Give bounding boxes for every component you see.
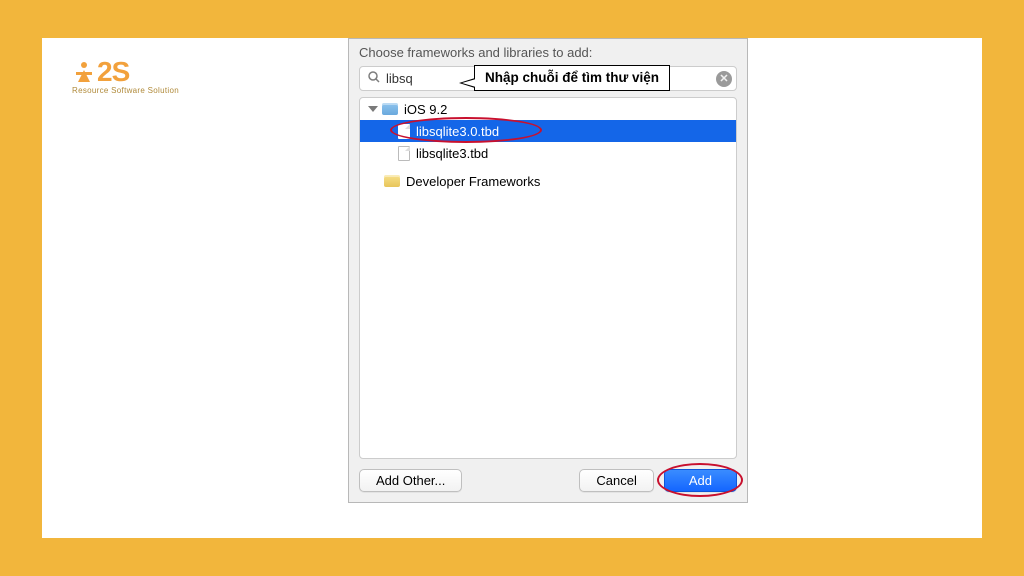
file-icon: [398, 124, 410, 139]
folder-icon: [382, 103, 398, 115]
tree-item-label: libsqlite3.tbd: [416, 146, 488, 161]
tree-subfolder[interactable]: Developer Frameworks: [360, 170, 736, 192]
tree-group-ios[interactable]: iOS 9.2: [360, 98, 736, 120]
chevron-down-icon[interactable]: [368, 106, 378, 112]
add-button[interactable]: Add: [664, 469, 737, 492]
logo-figure-icon: [72, 60, 96, 84]
dialog-button-row: Add Other... Cancel Add: [349, 459, 747, 502]
choose-frameworks-dialog: Choose frameworks and libraries to add: …: [348, 38, 748, 503]
add-button-label: Add: [689, 473, 712, 488]
search-field[interactable]: ✕ Nhập chuỗi để tìm thư viện: [359, 66, 737, 91]
tree-item-label: libsqlite3.0.tbd: [416, 124, 499, 139]
search-icon: [364, 71, 384, 86]
dialog-title: Choose frameworks and libraries to add:: [349, 39, 747, 62]
tree-subfolder-label: Developer Frameworks: [406, 174, 540, 189]
logo-subtitle: Resource Software Solution: [72, 86, 179, 95]
tree-group-label: iOS 9.2: [404, 102, 447, 117]
logo-text: 2S: [97, 56, 129, 88]
brand-logo: 2S Resource Software Solution: [72, 56, 179, 95]
callout-annotation: Nhập chuỗi để tìm thư viện: [474, 65, 670, 91]
tree-item-selected[interactable]: libsqlite3.0.tbd: [360, 120, 736, 142]
tree-item[interactable]: libsqlite3.tbd: [360, 142, 736, 164]
folder-icon: [384, 175, 400, 187]
cancel-button[interactable]: Cancel: [579, 469, 653, 492]
clear-search-icon[interactable]: ✕: [716, 71, 732, 87]
file-icon: [398, 146, 410, 161]
framework-tree[interactable]: iOS 9.2 libsqlite3.0.tbd libsqlite3.tbd …: [359, 97, 737, 459]
add-other-button[interactable]: Add Other...: [359, 469, 462, 492]
